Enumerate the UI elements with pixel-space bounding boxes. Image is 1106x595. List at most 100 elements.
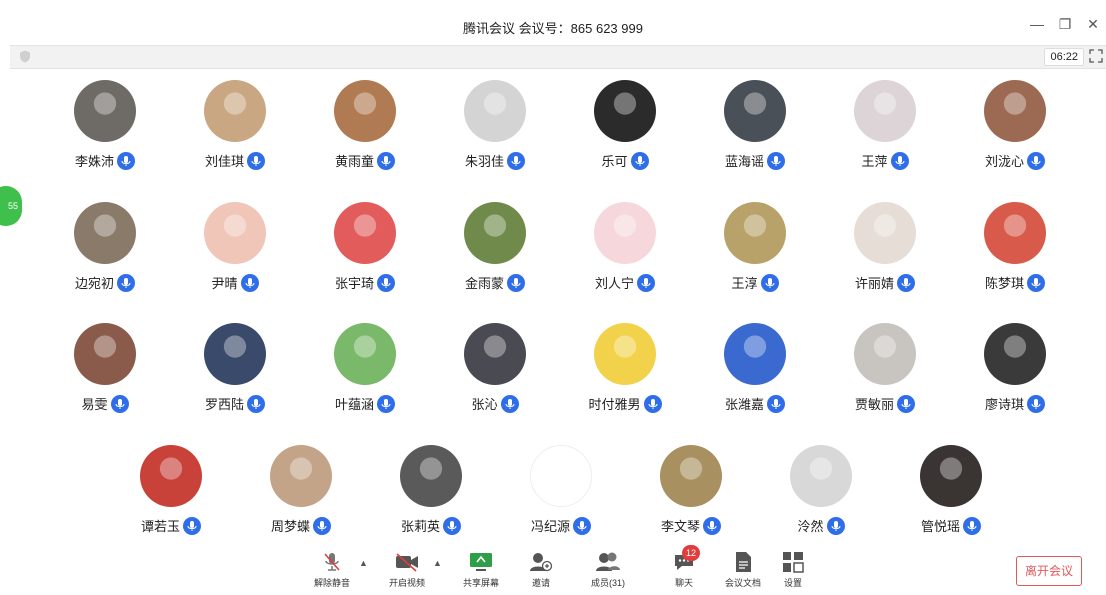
participant-name: 王淳 bbox=[731, 276, 758, 291]
participant-tile[interactable]: 尹晴 bbox=[170, 202, 300, 292]
participant-tile[interactable]: 朱羽佳 bbox=[430, 80, 560, 170]
avatar bbox=[334, 80, 396, 142]
participant-tile[interactable]: 李文琴 bbox=[626, 445, 756, 535]
share-screen-label: 共享屏幕 bbox=[462, 578, 499, 588]
participant-tile[interactable]: 贾敏丽 bbox=[820, 323, 950, 413]
mic-on-icon bbox=[443, 516, 461, 535]
participant-tile[interactable]: 泠然 bbox=[756, 445, 886, 535]
audio-options-caret[interactable]: ▲ bbox=[359, 558, 368, 568]
side-panel-tab[interactable]: 55 bbox=[0, 186, 22, 226]
participant-tile[interactable]: 张莉英 bbox=[366, 445, 496, 535]
participant-name: 谭若玉 bbox=[140, 519, 180, 534]
mic-on-icon bbox=[377, 394, 395, 413]
avatar bbox=[270, 445, 332, 507]
participant-name-row: 叶蕴涵 bbox=[300, 394, 430, 413]
participant-name: 乐可 bbox=[601, 154, 628, 169]
participant-tile[interactable]: 陈梦琪 bbox=[950, 202, 1080, 292]
window-controls: — ❐ ✕ bbox=[1030, 16, 1100, 33]
avatar bbox=[854, 80, 916, 142]
participant-tile[interactable]: 许丽婧 bbox=[820, 202, 950, 292]
participant-tile[interactable]: 管悦瑶 bbox=[886, 445, 1016, 535]
add-person-icon bbox=[530, 553, 553, 572]
minimize-button[interactable]: — bbox=[1030, 16, 1044, 33]
chat-button[interactable]: 12 聊天 bbox=[668, 545, 700, 589]
avatar bbox=[334, 202, 396, 264]
video-button[interactable]: 开启视频 bbox=[386, 548, 428, 589]
avatar bbox=[984, 202, 1046, 264]
fullscreen-icon[interactable] bbox=[1089, 49, 1103, 63]
avatar bbox=[204, 323, 266, 385]
participant-name-row: 泠然 bbox=[756, 516, 886, 535]
participant-tile[interactable]: 刘人宁 bbox=[560, 202, 690, 292]
avatar bbox=[74, 323, 136, 385]
participant-tile[interactable]: 边宛初 bbox=[40, 202, 170, 292]
participant-tile[interactable]: 刘泷心 bbox=[950, 80, 1080, 170]
participant-name: 张莉英 bbox=[400, 519, 440, 534]
participant-tile[interactable]: 王萍 bbox=[820, 80, 950, 170]
mic-on-icon bbox=[377, 151, 395, 170]
participant-tile[interactable]: 易雯 bbox=[40, 323, 170, 413]
video-options-caret[interactable]: ▲ bbox=[433, 558, 442, 568]
avatar bbox=[464, 323, 526, 385]
participant-name-row: 陈梦琪 bbox=[950, 273, 1080, 292]
avatar bbox=[920, 445, 982, 507]
settings-button[interactable]: 设置 bbox=[780, 548, 806, 589]
participant-tile[interactable]: 冯纪源 bbox=[496, 445, 626, 535]
participant-tile[interactable]: 张潍嘉 bbox=[690, 323, 820, 413]
avatar bbox=[854, 202, 916, 264]
participant-name: 朱羽佳 bbox=[464, 154, 504, 169]
participant-tile[interactable]: 罗西陆 bbox=[170, 323, 300, 413]
avatar bbox=[724, 80, 786, 142]
close-button[interactable]: ✕ bbox=[1086, 16, 1100, 33]
mic-on-icon bbox=[897, 273, 915, 292]
mic-on-icon bbox=[247, 151, 265, 170]
camera-off-icon bbox=[396, 553, 418, 572]
share-screen-button[interactable]: 共享屏幕 bbox=[460, 548, 502, 589]
participant-name-row: 许丽婧 bbox=[820, 273, 950, 292]
invite-button[interactable]: 邀请 bbox=[525, 548, 557, 589]
unmute-button[interactable]: 解除静音 bbox=[312, 548, 352, 589]
participant-tile[interactable]: 乐可 bbox=[560, 80, 690, 170]
participant-tile[interactable]: 蓝海谣 bbox=[690, 80, 820, 170]
meeting-timer: 06:22 bbox=[1044, 48, 1084, 66]
participant-tile[interactable]: 谭若玉 bbox=[106, 445, 236, 535]
participant-name-row: 刘佳琪 bbox=[170, 151, 300, 170]
members-button[interactable]: 成员(31) bbox=[586, 548, 630, 589]
mic-on-icon bbox=[573, 516, 591, 535]
participant-tile[interactable]: 叶蕴涵 bbox=[300, 323, 430, 413]
participant-name: 罗西陆 bbox=[204, 397, 244, 412]
restore-button[interactable]: ❐ bbox=[1058, 16, 1072, 33]
participant-name: 管悦瑶 bbox=[920, 519, 960, 534]
invite-label: 邀请 bbox=[531, 578, 550, 588]
participant-name: 叶蕴涵 bbox=[334, 397, 374, 412]
participant-name: 贾敏丽 bbox=[854, 397, 894, 412]
avatar bbox=[204, 80, 266, 142]
participant-tile[interactable]: 黄雨童 bbox=[300, 80, 430, 170]
participant-name: 刘人宁 bbox=[594, 276, 634, 291]
participant-tile[interactable]: 王淳 bbox=[690, 202, 820, 292]
participant-name-row: 时付雅男 bbox=[560, 394, 690, 413]
participant-name-row: 李姝沛 bbox=[40, 151, 170, 170]
mic-on-icon bbox=[1027, 273, 1045, 292]
avatar bbox=[854, 323, 916, 385]
participant-tile[interactable]: 张宇琦 bbox=[300, 202, 430, 292]
participant-name: 张沁 bbox=[471, 397, 498, 412]
participant-tile[interactable]: 廖诗琪 bbox=[950, 323, 1080, 413]
avatar bbox=[74, 80, 136, 142]
participant-tile[interactable]: 张沁 bbox=[430, 323, 560, 413]
avatar bbox=[74, 202, 136, 264]
participant-tile[interactable]: 时付雅男 bbox=[560, 323, 690, 413]
shield-icon[interactable] bbox=[19, 50, 31, 63]
participant-tile[interactable]: 周梦蝶 bbox=[236, 445, 366, 535]
participant-tile[interactable]: 李姝沛 bbox=[40, 80, 170, 170]
leave-meeting-button[interactable]: 离开会议 bbox=[1016, 556, 1082, 586]
avatar bbox=[464, 80, 526, 142]
meeting-docs-button[interactable]: 会议文档 bbox=[722, 548, 764, 589]
participant-name-row: 冯纪源 bbox=[496, 516, 626, 535]
avatar bbox=[530, 445, 592, 507]
participant-tile[interactable]: 刘佳琪 bbox=[170, 80, 300, 170]
settings-label: 设置 bbox=[783, 578, 802, 588]
participant-name-row: 张沁 bbox=[430, 394, 560, 413]
participant-name-row: 王萍 bbox=[820, 151, 950, 170]
participant-tile[interactable]: 金雨蒙 bbox=[430, 202, 560, 292]
